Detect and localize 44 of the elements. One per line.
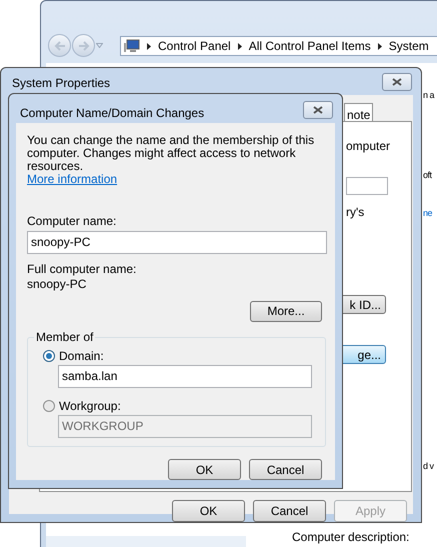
- text-fragment: ry's: [346, 204, 364, 221]
- forward-arrow-icon: [78, 40, 90, 50]
- dialog-button[interactable]: Cancel: [253, 500, 326, 522]
- full-computer-name: snoopy-PC: [27, 276, 88, 291]
- back-button[interactable]: [48, 34, 71, 57]
- more-button[interactable]: More...: [250, 300, 322, 322]
- close-button[interactable]: [382, 73, 412, 91]
- address-bar[interactable]: Control Panel All Control Panel Items System: [120, 36, 437, 56]
- computer-icon: [124, 39, 140, 53]
- intro-text: You can change the name and the membership of this computer. Changes might affect access to network resources.: [27, 134, 316, 173]
- group-label: Member of: [34, 330, 96, 344]
- breadcrumb-separator-icon: [238, 42, 242, 50]
- text-fragment: Computer description:: [292, 529, 410, 546]
- text-fragment: omputer: [346, 138, 390, 155]
- breadcrumb[interactable]: Control Panel: [158, 37, 231, 55]
- tab[interactable]: note: [344, 103, 374, 122]
- breadcrumb[interactable]: All Control Panel Items: [248, 37, 371, 55]
- forward-button[interactable]: [72, 34, 95, 57]
- text-fragment: oft: [423, 169, 432, 182]
- breadcrumb-separator-icon: [378, 42, 382, 50]
- breadcrumb-separator-icon: [147, 42, 151, 50]
- close-button[interactable]: [303, 101, 333, 119]
- breadcrumb[interactable]: System: [388, 37, 429, 55]
- computer-name-field[interactable]: snoopy-PC: [27, 231, 327, 254]
- text-fragment: n a: [423, 89, 434, 102]
- link-fragment[interactable]: ne: [423, 207, 432, 220]
- field-label: Full computer name:: [27, 262, 138, 276]
- radio-button[interactable]: [43, 350, 55, 362]
- back-arrow-icon: [54, 40, 66, 50]
- input-field[interactable]: [346, 177, 388, 195]
- dropdown-icon: [96, 43, 103, 48]
- text-fragment: d v: [423, 460, 434, 473]
- more-information-link[interactable]: More information: [27, 173, 118, 186]
- field-label: Computer name:: [27, 214, 118, 228]
- window-title: System Properties: [12, 75, 110, 92]
- radio-label: Domain:: [59, 348, 104, 363]
- close-icon: [392, 78, 402, 86]
- dialog-title: Computer Name/Domain Changes: [20, 105, 204, 122]
- close-icon: [313, 106, 323, 114]
- dialog-button[interactable]: OK: [172, 500, 245, 522]
- text-field[interactable]: samba.lan: [58, 364, 312, 388]
- dialog-button[interactable]: OK: [168, 459, 241, 480]
- radio-label: Workgroup:: [59, 398, 121, 413]
- dialog-button[interactable]: Cancel: [249, 459, 322, 480]
